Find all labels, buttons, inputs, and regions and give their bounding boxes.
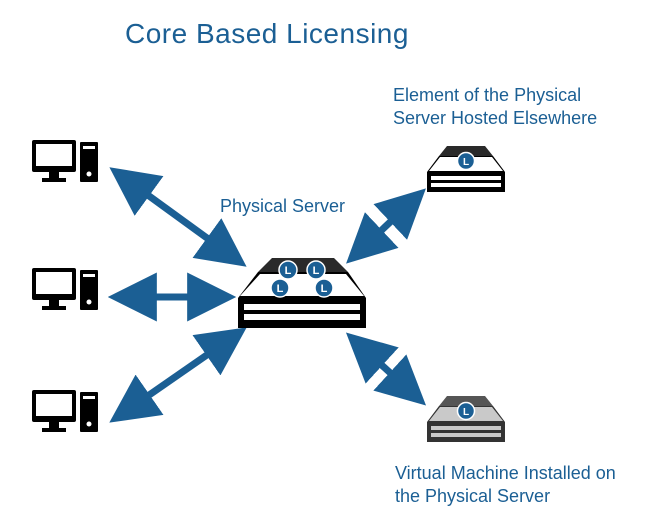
label-physical-server: Physical Server [220, 195, 345, 218]
license-badge-1: L [285, 265, 292, 277]
license-badge-4: L [321, 283, 328, 295]
physical-server-icon: L L L L [238, 258, 366, 328]
license-badge-2: L [313, 265, 320, 277]
element-server-icon: L [427, 146, 505, 192]
diagram-svg: L L L L L [0, 0, 671, 524]
arrow-client3-server [116, 332, 240, 418]
license-badge-3: L [277, 283, 284, 295]
arrow-server-element [352, 194, 420, 258]
client-icon-2 [32, 268, 98, 310]
diagram-title: Core Based Licensing [125, 18, 409, 50]
client-workstations [32, 140, 98, 432]
arrow-server-vm [352, 338, 420, 400]
vm-server-icon: L [427, 396, 505, 442]
client-icon-1 [32, 140, 98, 182]
license-badge-vm: L [463, 407, 469, 418]
license-badge-elsewhere: L [463, 157, 469, 168]
label-virtual-machine: Virtual Machine Installed on the Physica… [395, 462, 635, 507]
client-icon-3 [32, 390, 98, 432]
label-element-elsewhere: Element of the Physical Server Hosted El… [393, 84, 633, 129]
diagram-stage: Core Based Licensing Physical Server Ele… [0, 0, 671, 524]
